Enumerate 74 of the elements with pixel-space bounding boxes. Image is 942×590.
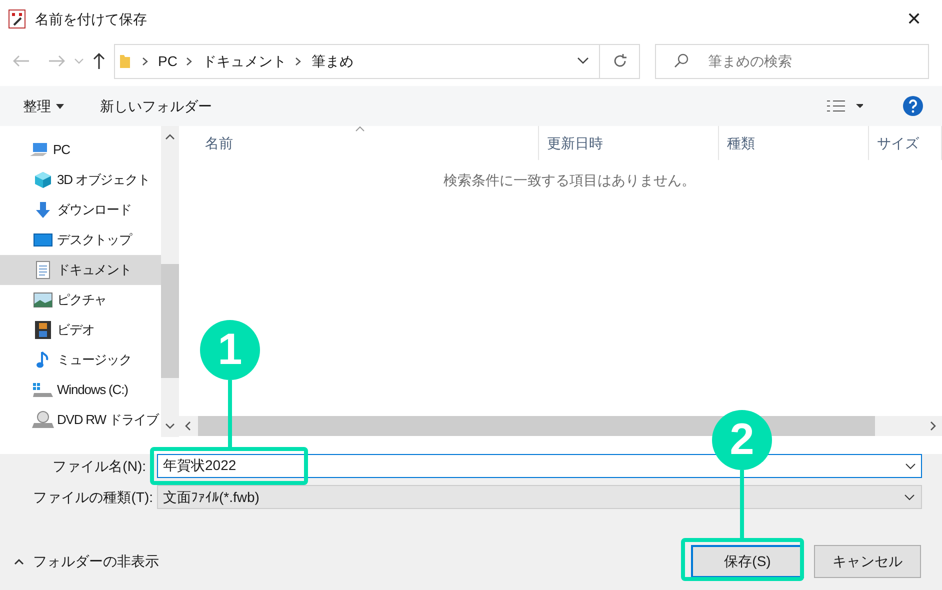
cancel-button[interactable]: キャンセル	[814, 545, 921, 578]
file-name-field[interactable]: 年賀状2022	[157, 454, 922, 478]
breadcrumb[interactable]: PC	[158, 50, 178, 72]
scroll-down-icon[interactable]	[164, 423, 175, 430]
down-arrow-icon	[34, 201, 52, 219]
empty-message: 検索条件に一致する項目はありません。	[444, 171, 696, 190]
music-note-icon	[36, 350, 50, 370]
close-button[interactable]: ✕	[894, 4, 934, 34]
item-label: デスクトップ	[57, 231, 132, 250]
column-header[interactable]: 種類	[719, 126, 869, 160]
item-label: ビデオ	[57, 321, 94, 340]
column-header[interactable]: 名前	[197, 126, 539, 160]
chevron-icon	[294, 56, 304, 66]
sidebar-item[interactable]: ダウンロード	[0, 195, 161, 225]
scroll-thumb[interactable]	[160, 264, 179, 378]
sidebar-item[interactable]: DVD RW ドライブ	[0, 405, 161, 435]
item-label: Windows (C:)	[57, 381, 128, 400]
document-icon	[35, 261, 51, 279]
view-options-icon[interactable]	[827, 100, 863, 112]
scroll-right-icon[interactable]	[930, 421, 937, 431]
up-arrow-icon[interactable]	[92, 52, 106, 70]
dropdown-icon[interactable]	[577, 57, 589, 65]
scroll-up-icon[interactable]	[164, 133, 175, 140]
organize-menu[interactable]: 整理	[23, 96, 64, 116]
item-label: 3D オブジェクト	[57, 171, 150, 190]
app-icon	[8, 9, 26, 29]
breadcrumb[interactable]: 筆まめ	[311, 50, 354, 72]
column-header[interactable]: サイズ	[869, 126, 942, 160]
window-title: 名前を付けて保存	[35, 10, 147, 28]
chevron-up-icon	[14, 558, 24, 565]
breadcrumb[interactable]: ドキュメント	[202, 50, 286, 72]
chevron-icon	[185, 56, 194, 66]
film-icon	[34, 320, 52, 340]
column-header[interactable]: 更新日時	[539, 126, 719, 160]
search-icon	[673, 52, 689, 68]
dropdown-icon[interactable]	[905, 463, 916, 470]
sidebar-item[interactable]: PC	[0, 135, 161, 165]
hide-folders-button[interactable]: フォルダーの非表示	[14, 551, 159, 572]
callout-badge: 1	[200, 320, 260, 380]
computer-icon	[29, 142, 49, 158]
refresh-button[interactable]	[600, 44, 640, 78]
scrollbar[interactable]	[160, 126, 179, 437]
caret-icon	[56, 104, 64, 108]
new-folder-button[interactable]: 新しいフォルダー	[100, 96, 212, 116]
address-bar[interactable]: PC ドキュメント 筆まめ	[114, 44, 600, 78]
sidebar-item[interactable]: ピクチャ	[0, 285, 161, 315]
field-label: ファイル名(N):	[52, 456, 146, 476]
file-type-dropdown[interactable]: 文面ﾌｧｲﾙ(*.fwb)	[157, 485, 922, 509]
refresh-icon	[612, 53, 628, 69]
disc-drive-icon	[32, 411, 54, 429]
folder-icon	[119, 53, 131, 69]
sidebar-item[interactable]: Windows (C:)	[0, 375, 161, 405]
help-icon[interactable]	[903, 96, 923, 116]
sidebar-item[interactable]: ビデオ	[0, 315, 161, 345]
scroll-left-icon[interactable]	[184, 421, 191, 431]
landscape-icon	[33, 292, 53, 308]
sidebar-item[interactable]: デスクトップ	[0, 225, 161, 255]
item-label: ピクチャ	[57, 291, 107, 310]
item-label: ドキュメント	[57, 261, 132, 280]
cube-icon	[34, 171, 52, 189]
sidebar-item[interactable]: ミュージック	[0, 345, 161, 375]
dropdown-icon	[904, 494, 915, 500]
sort-caret-icon	[355, 126, 365, 132]
chevron-icon	[141, 56, 150, 66]
drive-icon	[32, 382, 54, 398]
desktop-icon	[33, 232, 53, 248]
sidebar-item[interactable]: 3D オブジェクト	[0, 165, 161, 195]
item-label: ミュージック	[57, 351, 132, 370]
item-label: ダウンロード	[57, 201, 132, 220]
search-field[interactable]: 筆まめの検索	[655, 44, 929, 78]
sidebar-item[interactable]: ドキュメント	[0, 255, 161, 285]
field-label: ファイルの種類(T):	[32, 488, 154, 507]
item-label: DVD RW ドライブ	[57, 411, 158, 430]
item-label: PC	[53, 141, 70, 160]
